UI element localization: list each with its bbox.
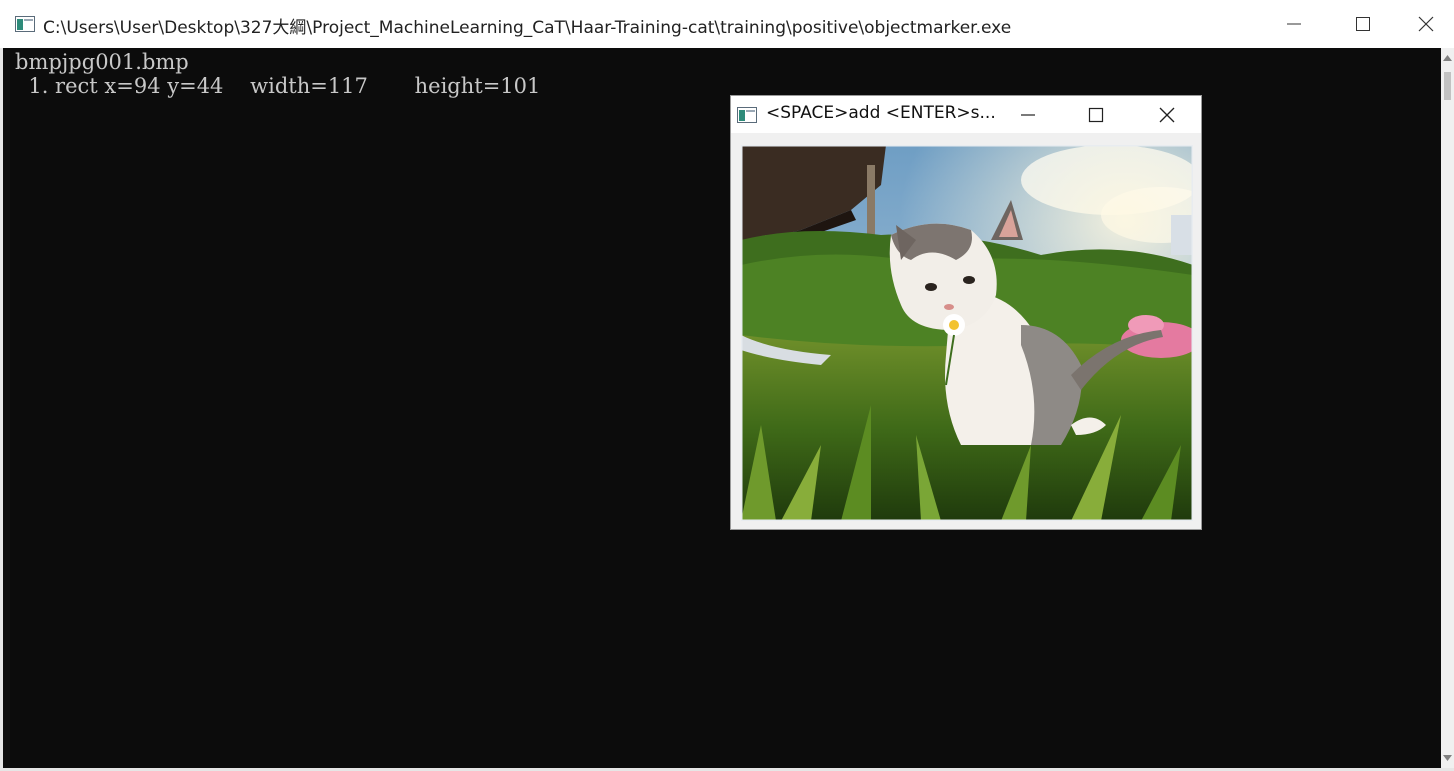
scroll-down-arrow-icon[interactable] bbox=[1441, 750, 1454, 766]
photo-of-kitten-smelling-daisy bbox=[741, 145, 1193, 521]
image-window-close-button[interactable] bbox=[1134, 96, 1200, 133]
vertical-scrollbar[interactable] bbox=[1441, 48, 1454, 768]
scrollbar-thumb[interactable] bbox=[1444, 72, 1451, 100]
minimize-button[interactable] bbox=[1259, 0, 1329, 48]
console-line: bmpjpg001.bmp bbox=[15, 50, 189, 74]
close-icon bbox=[1159, 107, 1175, 122]
console-title: C:\Users\User\Desktop\327大綱\Project_Mach… bbox=[43, 18, 1012, 38]
console-app-icon bbox=[15, 16, 35, 32]
image-window-maximize-button[interactable] bbox=[1063, 96, 1129, 133]
minimize-icon bbox=[1021, 113, 1035, 116]
console-titlebar[interactable]: C:\Users\User\Desktop\327大綱\Project_Mach… bbox=[0, 0, 1454, 48]
image-window-app-icon bbox=[737, 107, 757, 123]
image-window-title: <SPACE>add <ENTER>s... bbox=[766, 103, 996, 123]
console-output[interactable]: bmpjpg001.bmp 1. rect x=94 y=44 width=11… bbox=[3, 48, 1441, 768]
console-window: C:\Users\User\Desktop\327大綱\Project_Mach… bbox=[0, 0, 1454, 771]
image-window[interactable]: <SPACE>add <ENTER>s... bbox=[730, 95, 1202, 530]
console-line: 1. rect x=94 y=44 width=117 height=101 bbox=[15, 74, 541, 98]
close-button[interactable] bbox=[1398, 0, 1454, 48]
maximize-button[interactable] bbox=[1328, 0, 1398, 48]
maximize-icon bbox=[1356, 17, 1370, 31]
image-window-titlebar[interactable]: <SPACE>add <ENTER>s... bbox=[731, 96, 1201, 133]
minimize-icon bbox=[1287, 23, 1301, 25]
scroll-up-arrow-icon[interactable] bbox=[1441, 50, 1454, 66]
image-window-minimize-button[interactable] bbox=[995, 96, 1061, 133]
image-canvas[interactable] bbox=[741, 145, 1193, 521]
close-icon bbox=[1418, 16, 1434, 32]
maximize-icon bbox=[1088, 107, 1104, 122]
